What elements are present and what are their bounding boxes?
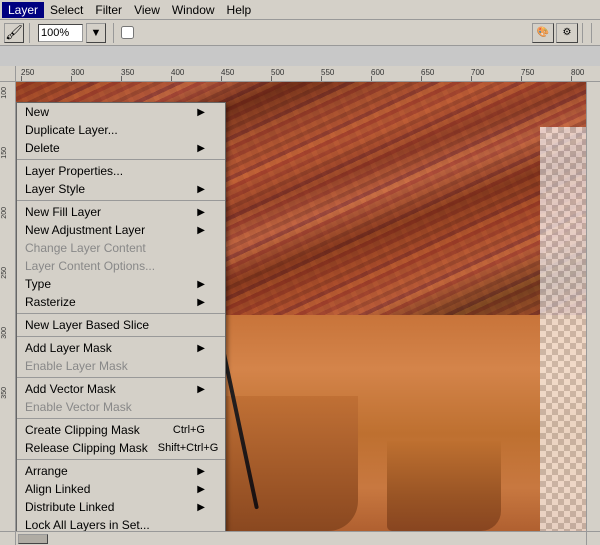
menu-item-delete[interactable]: Delete▶ <box>17 139 225 157</box>
menu-item-layer-style[interactable]: Layer Style▶ <box>17 180 225 198</box>
menu-item-filter[interactable]: Filter <box>89 2 128 18</box>
menu-bar: const menuData = JSON.parse(document.get… <box>0 0 600 20</box>
menu-item-enable-vector-mask[interactable]: Enable Vector Mask <box>17 398 225 416</box>
menu-separator <box>17 459 225 460</box>
menu-item-release-clipping-mask[interactable]: Release Clipping MaskShift+Ctrl+G <box>17 439 225 457</box>
menu-item-arrange[interactable]: Arrange▶ <box>17 462 225 480</box>
menu-item-layer-content-options-[interactable]: Layer Content Options... <box>17 257 225 275</box>
right-foot <box>387 441 501 531</box>
horizontal-ruler: const d = JSON.parse(document.getElement… <box>16 66 600 82</box>
scrollbar-corner <box>0 531 16 545</box>
menu-item-new[interactable]: New▶ <box>17 103 225 121</box>
menu-item-duplicate-layer-[interactable]: Duplicate Layer... <box>17 121 225 139</box>
brush-tool-icon[interactable]: 🖌 <box>4 23 24 43</box>
menu-separator <box>17 200 225 201</box>
menu-item-enable-layer-mask[interactable]: Enable Layer Mask <box>17 357 225 375</box>
menu-item-distribute-linked[interactable]: Distribute Linked▶ <box>17 498 225 516</box>
menu-item-new-layer-based-slice[interactable]: New Layer Based Slice <box>17 316 225 334</box>
menu-item-window[interactable]: Window <box>166 2 221 18</box>
vertical-scrollbar[interactable] <box>586 82 600 531</box>
palette-icon[interactable]: 🎨 <box>532 23 554 43</box>
menu-item-help[interactable]: Help <box>221 2 258 18</box>
flow-input[interactable] <box>38 24 83 42</box>
scrollbar-row <box>0 531 600 545</box>
menu-item-add-vector-mask[interactable]: Add Vector Mask▶ <box>17 380 225 398</box>
erase-history-checkbox[interactable] <box>121 26 134 39</box>
canvas-area[interactable]: const pd = JSON.parse(document.getElemen… <box>16 82 586 531</box>
ruler-corner <box>0 66 16 82</box>
menu-separator <box>17 336 225 337</box>
menu-item-type[interactable]: Type▶ <box>17 275 225 293</box>
menu-item-view[interactable]: View <box>128 2 166 18</box>
menu-item-new-adjustment-layer[interactable]: New Adjustment Layer▶ <box>17 221 225 239</box>
menu-item-layer-properties-[interactable]: Layer Properties... <box>17 162 225 180</box>
menu-item-change-layer-content[interactable]: Change Layer Content <box>17 239 225 257</box>
menu-item-rasterize[interactable]: Rasterize▶ <box>17 293 225 311</box>
horizontal-scrollbar[interactable] <box>16 531 586 545</box>
menu-separator <box>17 418 225 419</box>
menu-item-layer[interactable]: Layer <box>2 2 44 18</box>
canvas-row: const vRuler = document.querySelector('.… <box>0 82 600 531</box>
transparency-right <box>540 127 586 531</box>
flow-icon[interactable]: ▼ <box>86 23 106 43</box>
menu-item-lock-all-layers-in-set-[interactable]: Lock All Layers in Set... <box>17 516 225 531</box>
menu-item-create-clipping-mask[interactable]: Create Clipping MaskCtrl+G <box>17 421 225 439</box>
menu-item-new-fill-layer[interactable]: New Fill Layer▶ <box>17 203 225 221</box>
vertical-ruler: const vRuler = document.querySelector('.… <box>0 82 16 531</box>
menu-separator <box>17 377 225 378</box>
menu-separator <box>17 159 225 160</box>
menu-item-add-layer-mask[interactable]: Add Layer Mask▶ <box>17 339 225 357</box>
menu-item-align-linked[interactable]: Align Linked▶ <box>17 480 225 498</box>
layer-dropdown-menu: const pd = JSON.parse(document.getElemen… <box>16 102 226 531</box>
ruler-row: const d = JSON.parse(document.getElement… <box>0 66 600 82</box>
menu-item-select[interactable]: Select <box>44 2 89 18</box>
scrollbar-v-corner <box>586 531 600 545</box>
secondary-toolbar: 🖌 ▼ 🎨 ⚙ <box>0 20 600 46</box>
menu-separator <box>17 313 225 314</box>
scrollbar-thumb[interactable] <box>18 534 48 544</box>
canvas-container: const d = JSON.parse(document.getElement… <box>0 66 600 545</box>
options-icon[interactable]: ⚙ <box>556 23 578 43</box>
